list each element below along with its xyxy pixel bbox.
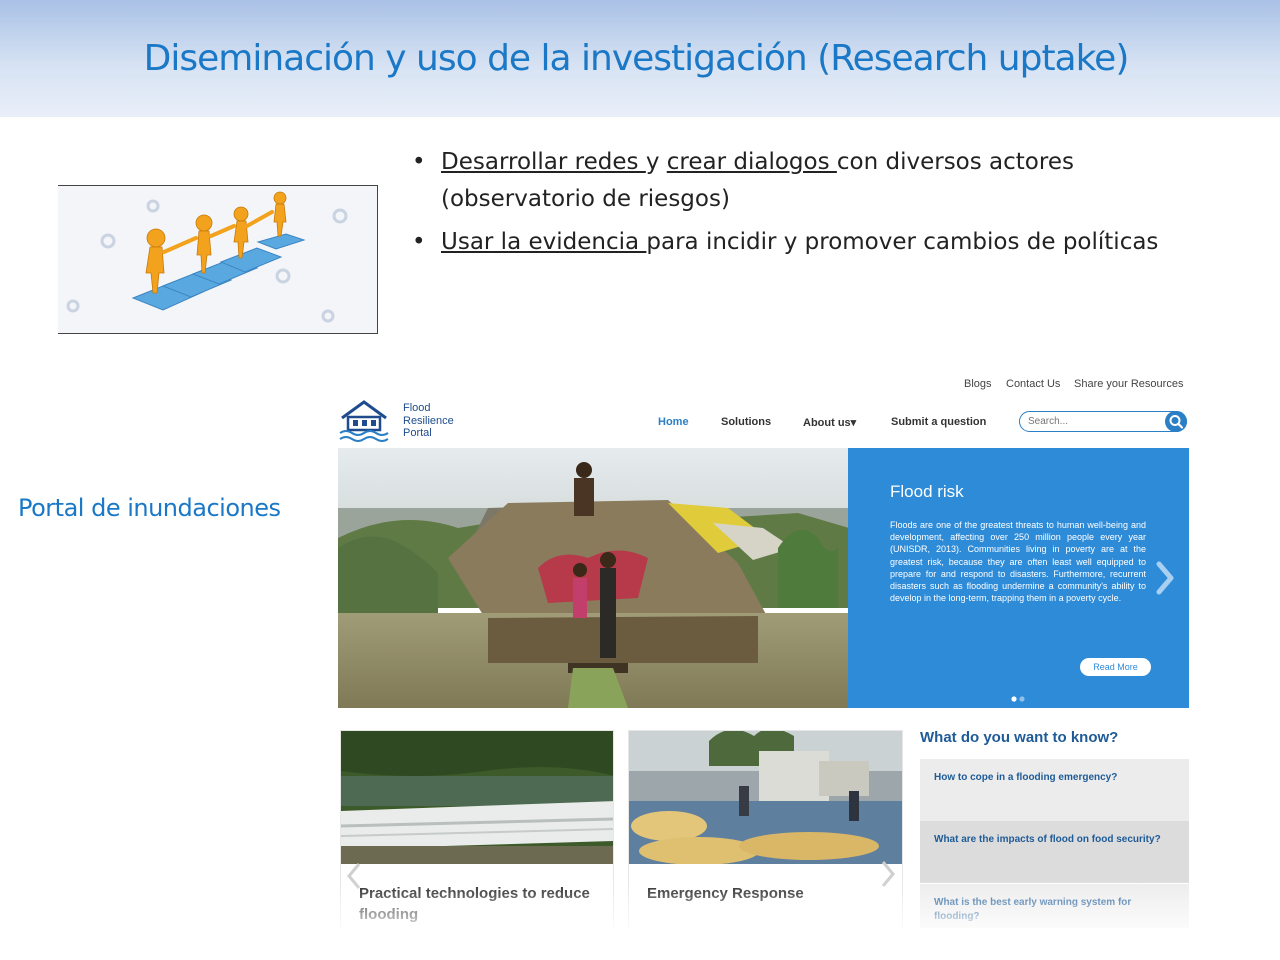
logo-line: Resilience <box>403 414 454 427</box>
bullet-text: y <box>645 149 667 175</box>
nav-about-label: About us <box>803 417 851 429</box>
flood-hero-photo <box>338 448 849 708</box>
carousel-dot-active <box>1011 696 1017 702</box>
logo-line: Flood <box>403 402 431 414</box>
card-emergency-response[interactable]: Emergency Response <box>628 730 903 928</box>
top-link-contact[interactable]: Contact Us <box>1006 378 1060 390</box>
faq-heading: What do you want to know? <box>920 729 1119 746</box>
search-icon <box>1169 415 1184 429</box>
faq-item[interactable]: What is the best early warning system fo… <box>920 884 1189 928</box>
bullet-item-evidence: • Usar la evidencia para incidir y promo… <box>412 224 1232 262</box>
bullet-marker: • <box>412 229 426 255</box>
house-waves-logo-icon[interactable] <box>338 400 394 442</box>
search-box <box>1019 411 1187 432</box>
logo-text[interactable]: Flood Resilience Portal <box>403 402 454 440</box>
chevron-down-icon: ▾ <box>850 417 857 429</box>
hero-body: Floods are one of the greatest threats t… <box>890 520 1146 604</box>
bullet-text: para incidir y promover cambios de polít… <box>646 229 1159 255</box>
top-link-share-resources[interactable]: Share your Resources <box>1074 378 1183 390</box>
top-link-blogs[interactable]: Blogs <box>964 378 992 390</box>
underlined-phrase-evidence: Usar la evidencia <box>441 229 647 255</box>
portal-label: Portal de inundaciones <box>18 494 281 522</box>
underlined-phrase-networks: Desarrollar redes <box>441 149 646 175</box>
card-title: Emergency Response <box>647 885 804 902</box>
nav-submit-question[interactable]: Submit a question <box>891 416 986 428</box>
underlined-phrase-dialogues: crear dialogos <box>666 149 837 175</box>
hero-panel: Flood risk Floods are one of the greates… <box>848 448 1189 708</box>
hero-title: Flood risk <box>890 482 964 501</box>
nav-about-us[interactable]: About us▾ <box>803 416 856 429</box>
card-title: Practical technologies to reduce floodin… <box>359 885 590 923</box>
carousel-dot <box>1019 696 1025 702</box>
nav-solutions[interactable]: Solutions <box>721 416 771 428</box>
people-puzzle-illustration <box>66 191 348 323</box>
faq-item[interactable]: How to cope in a flooding emergency? <box>920 759 1189 821</box>
water-bladders-photo <box>629 731 902 865</box>
carousel-dots[interactable] <box>1010 690 1030 702</box>
search-button[interactable] <box>1165 411 1187 432</box>
search-input[interactable] <box>1028 414 1158 429</box>
faq-item[interactable]: What are the impacts of flood on food se… <box>920 821 1189 883</box>
logo-line: Portal <box>403 427 432 439</box>
card-practical-technologies[interactable]: Practical technologies to reduce floodin… <box>340 730 614 928</box>
read-more-button[interactable]: Read More <box>1080 658 1151 676</box>
slide-title: Diseminación y uso de la investigación (… <box>143 38 1130 79</box>
weir-photo <box>341 731 613 864</box>
chevron-right-icon[interactable] <box>1154 560 1176 596</box>
bullet-item-networks: • Desarrollar redes y crear dialogos con… <box>412 144 1232 220</box>
nav-home[interactable]: Home <box>658 416 689 428</box>
flood-portal-website: Blogs Contact Us Share your Resources Fl… <box>286 360 1239 928</box>
teamwork-clipart-image <box>58 185 378 334</box>
bullet-marker: • <box>412 149 426 175</box>
